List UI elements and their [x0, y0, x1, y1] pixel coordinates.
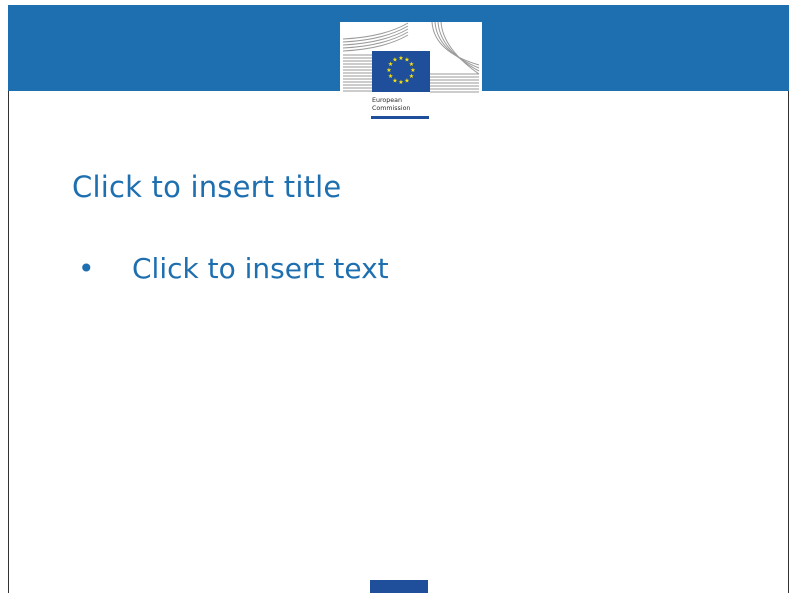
logo-caption-line1: European [372, 97, 402, 104]
slide-canvas: ★ ★ ★ ★ ★ ★ ★ ★ ★ ★ ★ ★ European Commiss… [0, 0, 796, 593]
logo-caption: European Commission [372, 97, 452, 112]
body-text-placeholder[interactable]: • Click to insert text [78, 252, 389, 285]
european-commission-logo: ★ ★ ★ ★ ★ ★ ★ ★ ★ ★ ★ ★ European Commiss… [340, 22, 482, 121]
svg-text:★: ★ [404, 77, 409, 84]
berlaymont-building-icon: ★ ★ ★ ★ ★ ★ ★ ★ ★ ★ ★ ★ [342, 22, 480, 93]
bullet-point: • [78, 252, 95, 285]
svg-text:★: ★ [388, 73, 393, 80]
svg-text:★: ★ [398, 55, 403, 62]
eu-flag-icon: ★ ★ ★ ★ ★ ★ ★ ★ ★ ★ ★ ★ [372, 51, 430, 92]
svg-text:★: ★ [392, 57, 397, 64]
title-placeholder[interactable]: Click to insert title [72, 170, 341, 204]
svg-text:★: ★ [386, 67, 391, 74]
svg-text:★: ★ [398, 79, 403, 86]
logo-underline [371, 116, 429, 119]
body-text-label: Click to insert text [132, 252, 389, 285]
right-border [788, 91, 789, 593]
footer-tab [370, 580, 428, 593]
logo-caption-line2: Commission [372, 104, 411, 112]
left-border [8, 91, 9, 593]
